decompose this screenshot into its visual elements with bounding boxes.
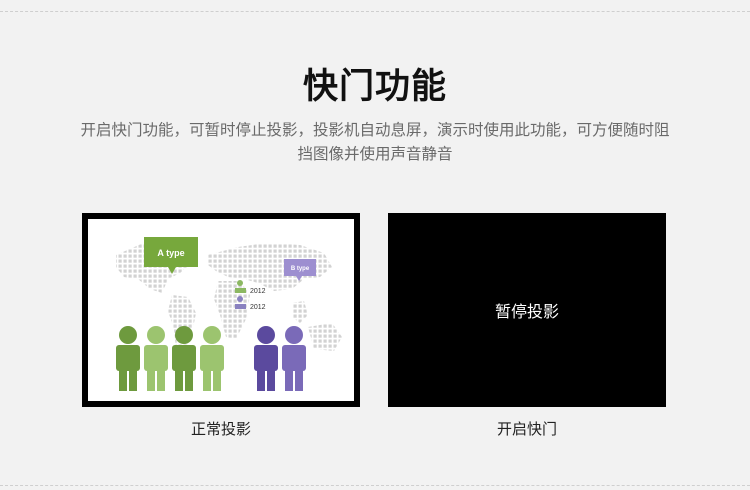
- bubble-b-label: B type: [291, 266, 310, 272]
- projected-slide: A type B type 2012 2012: [88, 219, 354, 401]
- top-divider: [0, 11, 750, 12]
- normal-projection-panel: A type B type 2012 2012: [82, 213, 360, 407]
- bottom-divider: [0, 485, 750, 486]
- legend-purple-label: 2012: [250, 304, 266, 311]
- green-figures: [116, 326, 224, 391]
- legend-green-label: 2012: [250, 288, 266, 295]
- normal-projection-caption: 正常投影: [190, 420, 251, 438]
- shutter-panel: 暂停投影: [388, 213, 666, 407]
- bubble-a-label: A type: [157, 248, 184, 258]
- feature-description: 开启快门功能，可暂时停止投影，投影机自动息屏，演示时使用此功能，可方便随时阻挡图…: [80, 121, 670, 163]
- pause-projection-text: 暂停投影: [494, 302, 559, 321]
- page-title: 快门功能: [302, 67, 447, 107]
- slide-graphic: A type B type 2012 2012: [116, 237, 342, 391]
- purple-figures: [254, 326, 306, 391]
- shutter-on-caption: 开启快门: [496, 420, 557, 438]
